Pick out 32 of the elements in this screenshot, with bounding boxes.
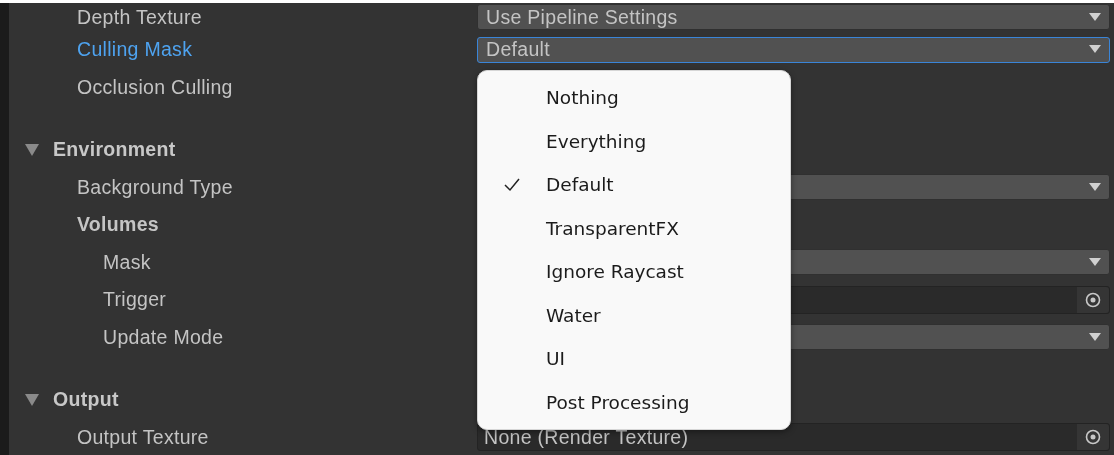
property-label: Occlusion Culling xyxy=(77,75,233,99)
menu-item[interactable]: Default xyxy=(478,162,790,207)
property-label: Output Texture xyxy=(77,425,209,449)
caret-icon xyxy=(1089,45,1101,55)
menu-item[interactable]: Nothing xyxy=(478,75,790,120)
section-header[interactable]: Output xyxy=(53,388,119,412)
dropdown-field[interactable]: Use Pipeline Settings xyxy=(477,4,1110,30)
foldout-arrow-icon[interactable] xyxy=(25,393,39,406)
property-label: Trigger xyxy=(103,288,167,312)
foldout-arrow-icon[interactable] xyxy=(25,143,39,156)
caret-icon xyxy=(1089,12,1101,22)
target-icon xyxy=(1085,291,1101,308)
dropdown-field[interactable]: Default xyxy=(477,36,1110,63)
menu-item[interactable]: Water xyxy=(478,293,790,337)
menu-item[interactable]: Everything xyxy=(478,119,790,163)
property-label: Mask xyxy=(103,250,151,274)
property-label: Background Type xyxy=(77,175,233,199)
object-picker-button[interactable] xyxy=(1077,286,1109,313)
target-icon xyxy=(1085,429,1101,446)
caret-icon xyxy=(1089,182,1101,192)
menu-item[interactable]: Post Processing xyxy=(478,380,790,424)
caret-icon xyxy=(1089,332,1101,342)
menu-item[interactable]: Ignore Raycast xyxy=(478,249,790,294)
property-label: Update Mode xyxy=(103,325,224,349)
caret-icon xyxy=(1089,257,1101,267)
property-label: Culling Mask xyxy=(77,38,193,62)
property-label: Depth Texture xyxy=(77,5,202,29)
property-label: Volumes xyxy=(77,213,159,237)
object-picker-button[interactable] xyxy=(1077,424,1109,451)
section-header[interactable]: Environment xyxy=(53,138,176,162)
menu-item[interactable]: TransparentFX xyxy=(478,206,790,250)
menu-item[interactable]: UI xyxy=(478,336,790,381)
